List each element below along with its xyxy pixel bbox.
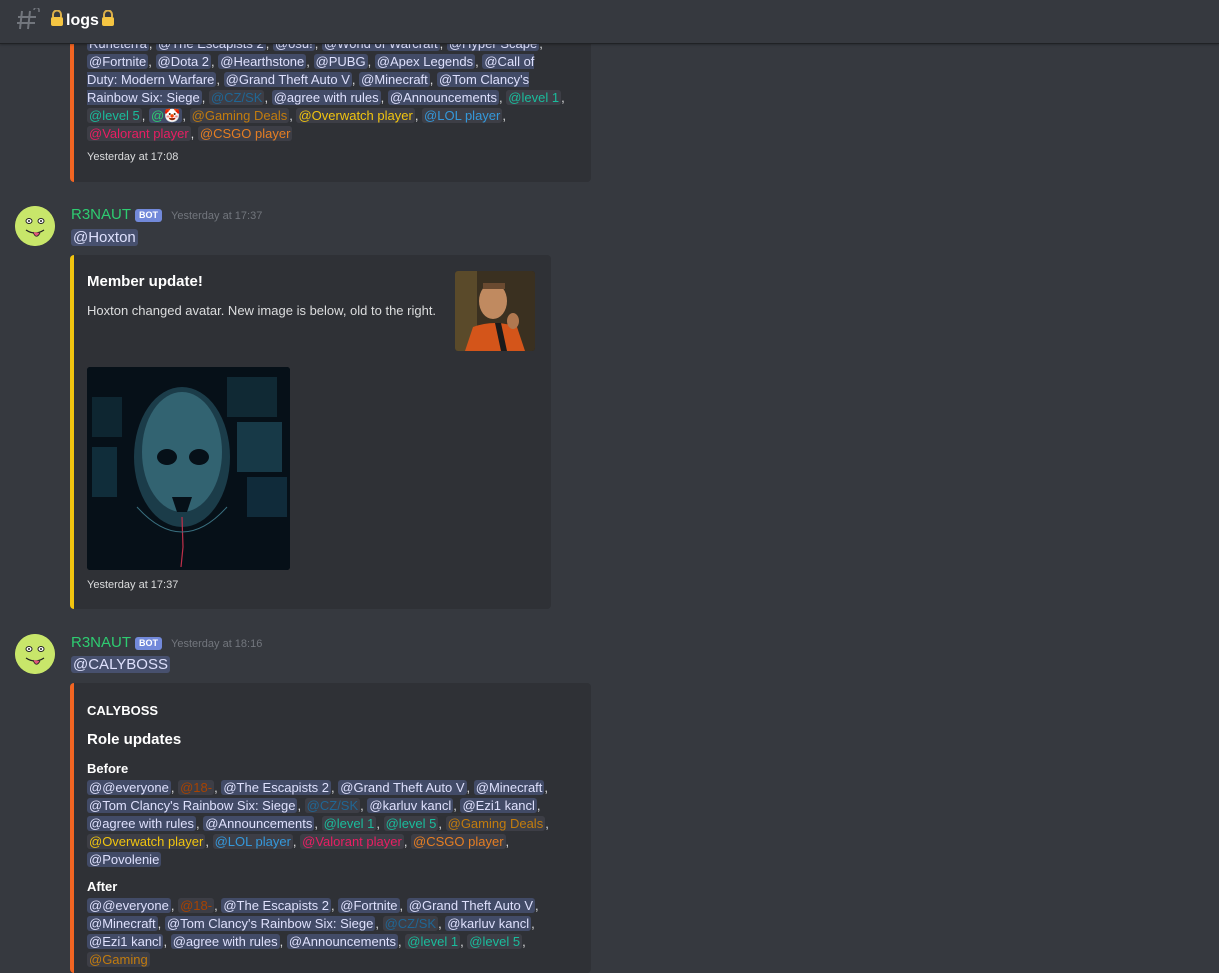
role-mention[interactable]: @Ezi1 kancl	[460, 798, 537, 813]
role-mention[interactable]: @Dota 2	[155, 54, 212, 69]
role-mention[interactable]: @Announcements	[286, 934, 399, 949]
role-mention[interactable]: @Grand Theft Auto V	[223, 72, 352, 87]
role-mention[interactable]: @Minecraft	[87, 916, 158, 931]
embed-footer-timestamp: Yesterday at 17:37	[87, 579, 179, 591]
role-mention[interactable]: @Apex Legends	[374, 54, 476, 69]
role-mention[interactable]: @CZ/SK	[304, 798, 361, 813]
role-mention[interactable]: @level 5	[467, 934, 523, 949]
role-mention[interactable]: @Fortnite	[338, 898, 400, 913]
field-before-label: Before	[87, 761, 129, 776]
role-mention[interactable]: @agree with rules	[87, 816, 196, 831]
role-mention[interactable]: @level 5	[87, 108, 142, 123]
role-mention[interactable]: @Tom Clancy's Rainbow Six: Siege	[164, 916, 376, 931]
role-mention[interactable]: @karluv kancl	[367, 798, 454, 813]
role-mention[interactable]: @Povolenie	[87, 852, 162, 867]
role-mentions: Runeterra, @The Escapists 2, @osu!, @Wor…	[87, 35, 567, 143]
role-mention[interactable]: @Ezi1 kancl	[87, 934, 164, 949]
role-mention[interactable]: @Fortnite	[87, 54, 149, 69]
role-mention[interactable]: @level 1	[321, 816, 377, 831]
role-mention[interactable]: @🤡	[149, 108, 183, 123]
channel-header: logs	[0, 0, 1219, 44]
channel-name-text: logs	[66, 11, 99, 29]
message-timestamp: Yesterday at 18:16	[171, 638, 263, 650]
after-roles: @@everyone, @18-, @The Escapists 2, @For…	[87, 898, 539, 967]
role-mention[interactable]: @Grand Theft Auto V	[338, 780, 467, 795]
before-roles: @@everyone, @18-, @The Escapists 2, @Gra…	[87, 780, 549, 867]
role-mention[interactable]: @CSGO player	[411, 834, 506, 849]
role-mention[interactable]: @Valorant player	[87, 126, 191, 141]
hashtag-icon	[16, 6, 40, 37]
user-mention[interactable]: @Hoxton	[71, 229, 138, 246]
role-mention[interactable]: @The Escapists 2	[221, 898, 332, 913]
role-mention[interactable]: @Grand Theft Auto V	[406, 898, 536, 913]
role-mention[interactable]: @Announcements	[387, 90, 500, 105]
role-mention[interactable]: @18-	[178, 780, 215, 795]
channel-name[interactable]: logs	[50, 9, 115, 31]
embed-member-update: Member update! Hoxton changed avatar. Ne…	[70, 255, 551, 609]
role-mention[interactable]: @Overwatch player	[296, 108, 415, 123]
username[interactable]: R3NAUT	[71, 206, 131, 223]
role-mention[interactable]: @18-	[178, 898, 215, 913]
role-mention[interactable]: @Gaming Deals	[189, 108, 290, 123]
troll-face-icon	[15, 206, 55, 246]
old-avatar-thumbnail[interactable]	[455, 271, 535, 351]
role-mention[interactable]: @LOL player	[212, 834, 293, 849]
embed-footer-timestamp: Yesterday at 17:08	[87, 151, 179, 163]
embed-description: Hoxton changed avatar. New image is belo…	[87, 303, 437, 318]
embed-title: Member update!	[87, 273, 203, 290]
role-mention[interactable]: @Minecraft	[473, 780, 545, 795]
role-mention[interactable]: @level 1	[506, 90, 562, 105]
role-mention[interactable]: @agree with rules	[271, 90, 381, 105]
role-mention[interactable]: @The Escapists 2	[221, 780, 332, 795]
role-mention[interactable]: @PUBG	[313, 54, 368, 69]
role-mention[interactable]: @Hearthstone	[218, 54, 307, 69]
field-after-label: After	[87, 879, 118, 894]
role-mention[interactable]: @LOL player	[422, 108, 503, 123]
bot-tag: BOT	[135, 637, 162, 650]
embed-author: CALYBOSS	[87, 703, 159, 718]
message-timestamp: Yesterday at 17:37	[171, 210, 263, 222]
skull-hologram-image	[87, 367, 290, 570]
role-mention[interactable]: @agree with rules	[170, 934, 280, 949]
message-list: Runeterra, @The Escapists 2, @osu!, @Wor…	[0, 0, 1219, 973]
role-mention[interactable]: @level 5	[383, 816, 439, 831]
embed-role-list: Runeterra, @The Escapists 2, @osu!, @Wor…	[70, 28, 591, 182]
new-avatar-image[interactable]	[87, 367, 290, 570]
bot-tag: BOT	[135, 209, 162, 222]
role-mention[interactable]: @Tom Clancy's Rainbow Six: Siege	[87, 798, 298, 813]
role-mention[interactable]: @level 1	[405, 934, 461, 949]
role-mention[interactable]: @Minecraft	[359, 72, 430, 87]
role-mention[interactable]: @Announcements	[203, 816, 315, 831]
avatar[interactable]	[15, 634, 55, 674]
lock-icon	[50, 9, 64, 31]
role-mention[interactable]: @Valorant player	[300, 834, 404, 849]
role-mention[interactable]: @@everyone	[87, 780, 171, 795]
role-mention[interactable]: @Gaming	[87, 952, 150, 967]
username[interactable]: R3NAUT	[71, 634, 131, 651]
role-mention[interactable]: @CSGO player	[197, 126, 293, 141]
role-mention[interactable]: @CZ/SK	[208, 90, 265, 105]
embed-role-updates: CALYBOSS Role updates Before @@everyone,…	[70, 683, 591, 973]
role-mention[interactable]: @Gaming Deals	[445, 816, 546, 831]
role-mention[interactable]: @CZ/SK	[382, 916, 439, 931]
lock-icon	[101, 9, 115, 31]
portrait-image	[455, 271, 535, 351]
user-mention[interactable]: @CALYBOSS	[71, 656, 170, 673]
role-mention[interactable]: @@everyone	[87, 898, 171, 913]
embed-title: Role updates	[87, 731, 182, 748]
avatar[interactable]	[15, 206, 55, 246]
troll-face-icon	[15, 634, 55, 674]
role-mention[interactable]: @karluv kancl	[445, 916, 532, 931]
role-mention[interactable]: @Overwatch player	[87, 834, 206, 849]
